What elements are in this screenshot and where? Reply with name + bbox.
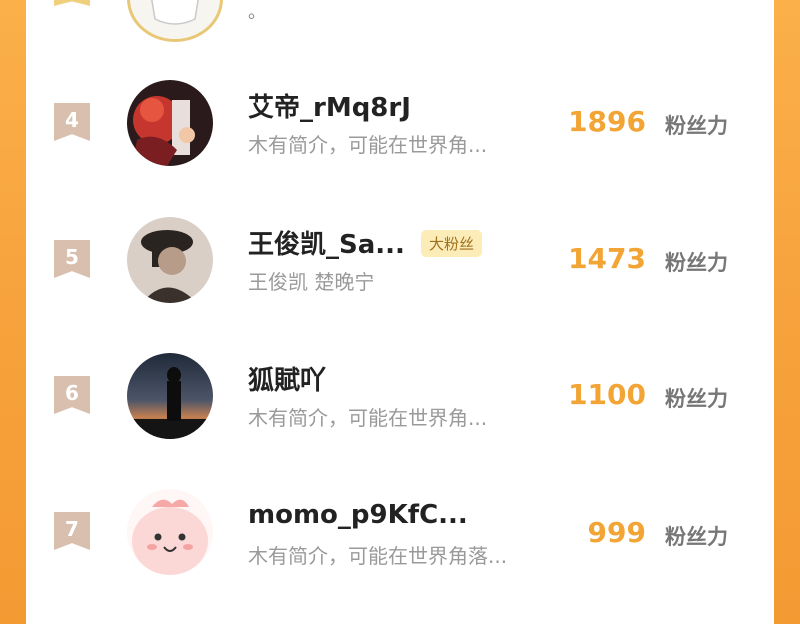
fan-score: 1896 [568, 105, 646, 138]
top-entry-desc: 。 [248, 2, 266, 23]
avatar[interactable] [127, 353, 213, 439]
user-desc: 木有简介，可能在世界角落... [248, 544, 508, 568]
avatar[interactable] [127, 80, 213, 166]
user-name[interactable]: momo_p9KfC... [248, 500, 468, 530]
score-unit: 粉丝力 [665, 525, 728, 549]
avatar[interactable] [127, 217, 213, 303]
rank-badge: 5 [54, 240, 90, 278]
rank-badge-top [54, 0, 90, 6]
rank-badge: 6 [54, 376, 90, 414]
fan-score: 999 [587, 516, 646, 549]
user-name[interactable]: 王俊凯_Sa... [248, 224, 405, 261]
user-desc: 木有简介，可能在世界角... [248, 133, 488, 157]
list-item[interactable]: 5 王俊凯_Sa... 大粉丝 王俊凯 楚晚宁 1473 粉丝力 [26, 210, 774, 310]
big-fan-badge: 大粉丝 [421, 230, 483, 257]
fan-ranking-list: 。 4 艾帝_rMq8rJ 木有简介，可能在世界角... 1896 粉丝力 5 [26, 0, 774, 624]
rank-badge: 4 [54, 103, 90, 141]
fan-score: 1100 [568, 378, 646, 411]
score-unit: 粉丝力 [665, 251, 728, 275]
user-desc: 木有简介，可能在世界角... [248, 406, 488, 430]
avatar-top[interactable] [127, 0, 223, 42]
list-item[interactable]: 6 狐賦吖 木有简介，可能在世界角... 1100 粉丝力 [26, 346, 774, 446]
fan-score: 1473 [568, 242, 646, 275]
user-name[interactable]: 狐賦吖 [248, 360, 326, 397]
list-item[interactable]: 4 艾帝_rMq8rJ 木有简介，可能在世界角... 1896 粉丝力 [26, 73, 774, 173]
user-name[interactable]: 艾帝_rMq8rJ [248, 87, 411, 124]
right-orange-border [774, 0, 800, 624]
rank-badge: 7 [54, 512, 90, 550]
score-unit: 粉丝力 [665, 114, 728, 138]
list-item[interactable]: 7 momo_p9KfC... 木有简介，可能在世界角落... 999 粉丝力 [26, 482, 774, 582]
left-orange-border [0, 0, 26, 624]
score-unit: 粉丝力 [665, 387, 728, 411]
user-desc: 王俊凯 楚晚宁 [248, 270, 375, 294]
avatar[interactable] [127, 489, 213, 575]
